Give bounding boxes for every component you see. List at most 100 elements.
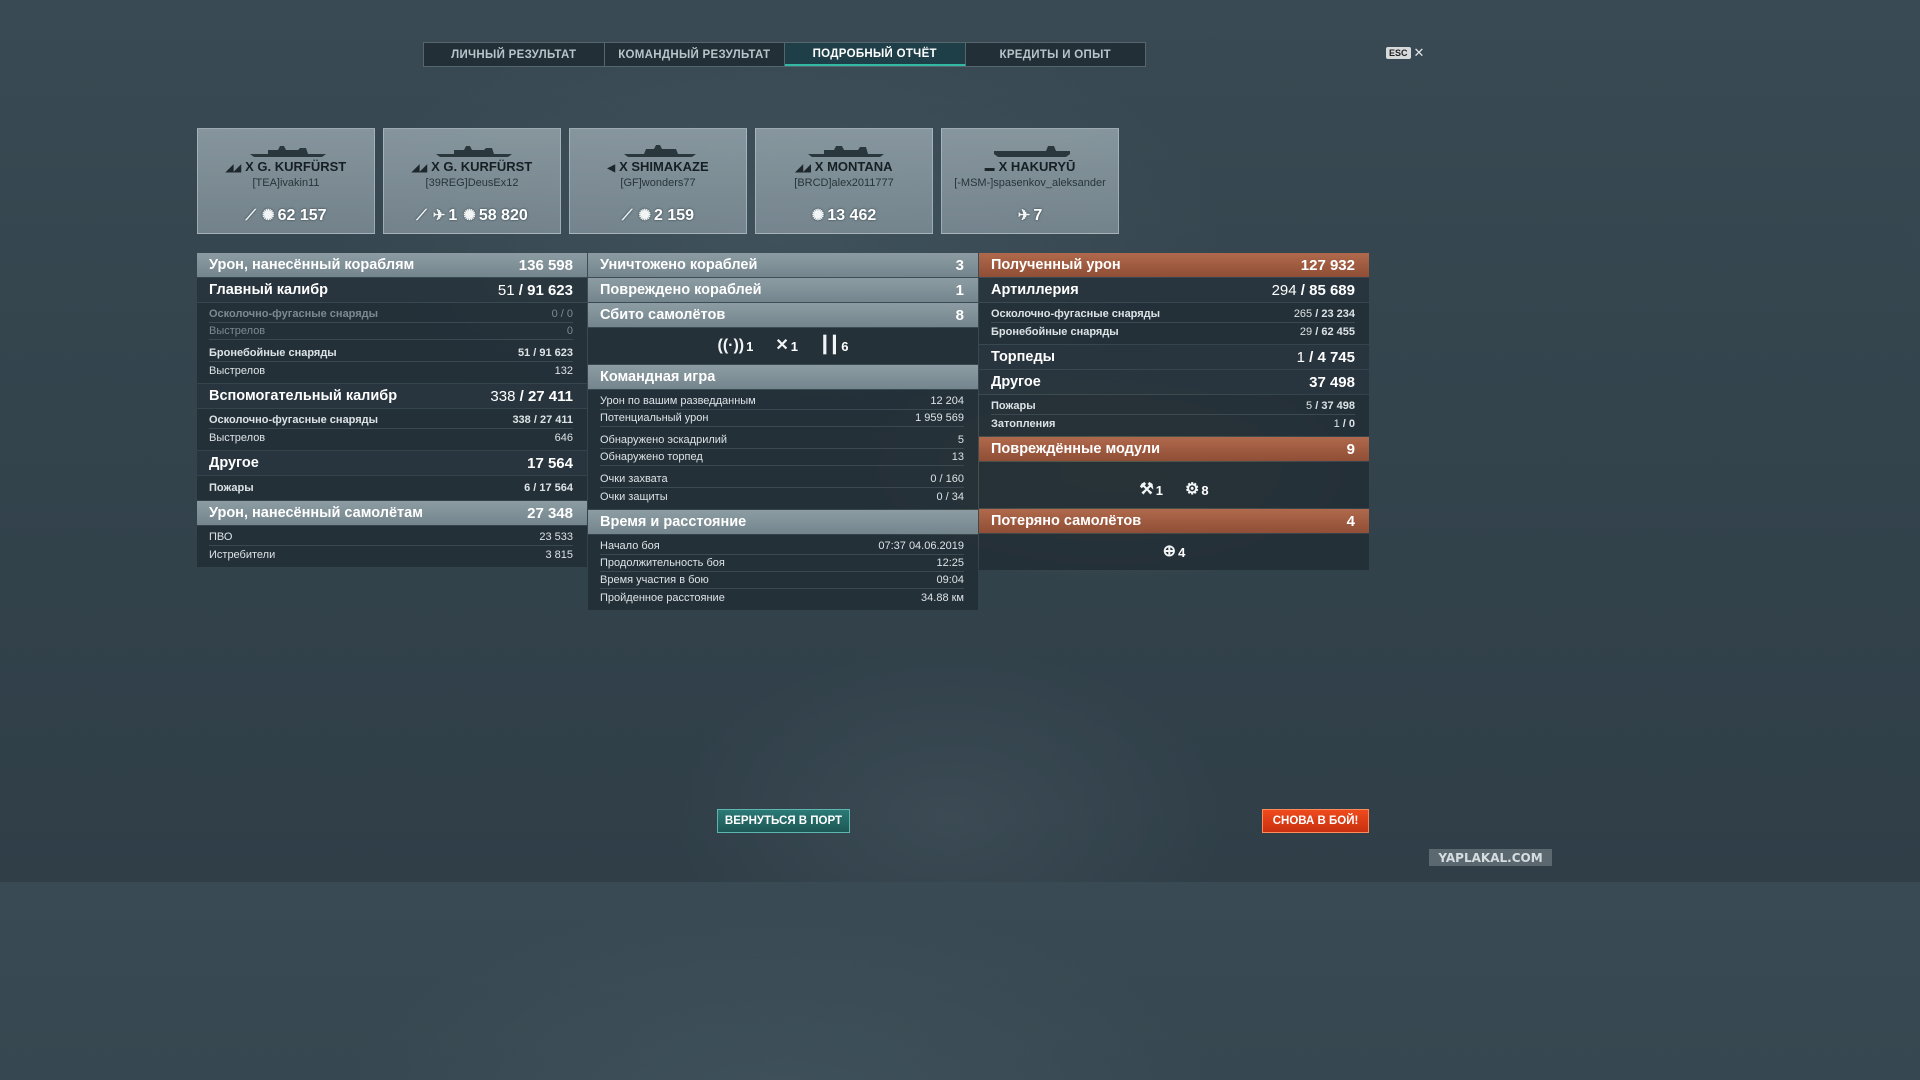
stat-row: Бронебойные снаряды 29 / 62 455 <box>991 325 1355 338</box>
stat-row: Обнаружено эскадрилий 5 <box>600 432 964 449</box>
steering-gear-icon: ⚒ <box>1139 481 1154 498</box>
ship-name: ◢◢ X MONTANA <box>795 159 893 174</box>
battleship-icon: ◢◢ <box>411 163 428 174</box>
secondary-battery-details: Осколочно-фугасные снаряды 338 / 27 411 В… <box>197 409 587 450</box>
ship-card[interactable]: ▬ X HAKURYŪ [-MSM-]spasenkov_aleksander ✈… <box>941 128 1119 234</box>
achievements-column: Уничтожено кораблей 3 Повреждено кораблей… <box>588 253 978 611</box>
damage-burst-icon: ✺ <box>811 207 825 224</box>
player-name: [BRCD]alex2011777 <box>794 177 894 189</box>
stat-row: Пройденное расстояние 34.88 км <box>600 591 964 604</box>
crosshair-icon: ⊕ <box>1162 543 1177 560</box>
ship-silhouette-icon <box>624 145 696 157</box>
damage-to-ships-header: Урон, нанесённый кораблям 136 598 <box>197 253 587 277</box>
damage-to-planes-header: Урон, нанесённый самолётам 27 348 <box>197 501 587 525</box>
battleship-icon: ◢◢ <box>795 163 811 174</box>
damage-burst-icon: ✺ <box>463 207 476 224</box>
main-battery-details: Осколочно-фугасные снаряды 0 / 0 Выстрело… <box>197 303 587 383</box>
ship-silhouette-icon <box>994 146 1070 157</box>
ship-card[interactable]: ◢◢ X MONTANA [BRCD]alex2011777 ✺ 13 462 <box>755 128 933 234</box>
damage-burst-icon: ✺ <box>638 207 652 224</box>
close-icon[interactable]: ✕ <box>1414 45 1425 61</box>
plane-kill-icon: ✈ <box>432 207 446 224</box>
torpedo-hit-icon: ⟋ <box>621 207 633 224</box>
player-name: [39REG]DeusEx12 <box>425 177 519 189</box>
stat-row: ПВО 23 533 <box>209 529 573 546</box>
stat-row: Бронебойные снаряды 51 / 91 623 <box>209 345 573 362</box>
torpedo-hit-stat: ⟋ <box>622 208 633 224</box>
crosshair-stat: ⊕ 4 <box>1162 543 1186 561</box>
close-button[interactable]: ESC ✕ <box>1386 45 1424 61</box>
aa-guns-stat: ┃┃ 6 <box>820 337 849 355</box>
tab-credits-xp[interactable]: КРЕДИТЫ И ОПЫТ <box>966 43 1146 66</box>
aa-guns-icon: ┃┃ <box>820 337 840 354</box>
secondary-battery-header: Вспомогательный калибр 338 / 27 411 <box>197 384 587 408</box>
planes-shot-breakdown: ((·)) 1 ✕ 1 ┃┃ 6 <box>588 328 978 364</box>
stat-row: Очки защиты 0 / 34 <box>600 490 964 503</box>
planes-shot-header: Сбито самолётов 8 <box>588 303 978 327</box>
other-damage-details: Пожары 6 / 17 564 <box>197 476 587 500</box>
player-name: [TEA]ivakin11 <box>252 177 320 189</box>
artillery-header: Артиллерия 294 / 85 689 <box>979 278 1369 302</box>
stat-row: Очки захвата 0 / 160 <box>600 471 964 488</box>
ship-card[interactable]: ◢◢ X G. KURFÜRST [TEA]ivakin11 ⟋ ✺ 62 157 <box>197 128 375 234</box>
gun-turret-icon: ⚙ <box>1185 481 1200 498</box>
stat-row: Выстрелов 646 <box>209 431 573 444</box>
return-to-port-button[interactable]: ВЕРНУТЬСЯ В ПОРТ <box>717 809 850 833</box>
ship-name: ▬ X HAKURYŪ <box>984 159 1076 174</box>
plane-shot-icon: ✕ <box>775 337 789 354</box>
planes-lost-header: Потеряно самолётов 4 <box>979 509 1369 533</box>
carrier-icon: ▬ <box>984 163 995 174</box>
damage-burst-icon: ✺ <box>262 207 275 224</box>
damage-stat: ✺ 13 462 <box>811 207 877 224</box>
battleship-icon: ◢◢ <box>225 163 242 174</box>
stat-row: Выстрелов 132 <box>209 364 573 377</box>
battle-again-button[interactable]: СНОВА В БОЙ! <box>1262 809 1369 833</box>
ship-silhouette-icon <box>250 146 326 157</box>
stat-row: Продолжительность боя 12:25 <box>600 555 964 572</box>
other-received-details: Пожары 5 / 37 498 Затопления 1 / 0 <box>979 395 1369 436</box>
damage-stat: ✺ 2 159 <box>638 207 695 224</box>
torpedoes-header: Торпеды 1 / 4 745 <box>979 345 1369 369</box>
damage-received-column: Полученный урон 127 932 Артиллерия 294 / 8… <box>979 253 1369 571</box>
ships-damaged-header: Повреждено кораблей 1 <box>588 278 978 302</box>
damage-dealt-column: Урон, нанесённый кораблям 136 598 Главный… <box>197 253 587 568</box>
player-name: [-MSM-]spasenkov_aleksander <box>954 177 1106 189</box>
torpedo-hit-stat: ⟋ <box>416 208 427 224</box>
tab-detailed-report[interactable]: ПОДРОБНЫЙ ОТЧЁТ <box>785 43 966 66</box>
stat-row: Время участия в бою 09:04 <box>600 572 964 589</box>
planes-lost-breakdown: ⊕ 4 <box>979 534 1369 570</box>
team-play-details: Урон по вашим разведданным 12 204 Потенци… <box>588 390 978 509</box>
damage-received-header: Полученный урон 127 932 <box>979 253 1369 277</box>
torpedo-hit-icon: ⟋ <box>245 207 256 224</box>
damage-stat: ✺ 62 157 <box>262 207 327 224</box>
team-play-header: Командная игра <box>588 365 978 389</box>
damage-to-planes-details: ПВО 23 533 Истребители 3 815 <box>197 526 587 567</box>
stat-row: Осколочно-фугасные снаряды 265 / 23 234 <box>991 306 1355 323</box>
plane-kill-stat: ✈ 1 <box>432 207 458 224</box>
radar-spot-stat: ((·)) 1 <box>717 337 754 355</box>
plane-kill-stat: ✈ 7 <box>1017 207 1043 224</box>
radar-spot-icon: ((·)) <box>717 337 745 354</box>
gun-turret-stat: ⚙ 8 <box>1185 481 1209 499</box>
ship-silhouette-icon <box>808 146 884 157</box>
ship-name: ◀ X SHIMAKAZE <box>607 159 709 174</box>
damaged-modules-header: Повреждённые модули 9 <box>979 437 1369 461</box>
ship-card[interactable]: ◀ X SHIMAKAZE [GF]wonders77 ⟋ ✺ 2 159 <box>569 128 747 234</box>
player-name: [GF]wonders77 <box>620 177 696 189</box>
stat-row: Выстрелов 0 <box>209 323 573 340</box>
other-damage-header: Другое 17 564 <box>197 451 587 475</box>
watermark-logo: YAPLAKAL.COM <box>1429 849 1552 866</box>
damaged-modules-breakdown: ⚒ 1 ⚙ 8 <box>979 462 1369 508</box>
tab-team-result[interactable]: КОМАНДНЫЙ РЕЗУЛЬТАТ <box>605 43 785 66</box>
tab-personal-result[interactable]: ЛИЧНЫЙ РЕЗУЛЬТАТ <box>424 43 605 66</box>
ship-card[interactable]: ◢◢ X G. KURFÜRST [39REG]DeusEx12 ⟋ ✈ 1 ✺ 58… <box>383 128 561 234</box>
ship-name: ◢◢ X G. KURFÜRST <box>225 159 347 174</box>
stat-row: Начало боя 07:37 04.06.2019 <box>600 538 964 555</box>
artillery-details: Осколочно-фугасные снаряды 265 / 23 234 Б… <box>979 303 1369 344</box>
main-battery-header: Главный калибр 51 / 91 623 <box>197 278 587 302</box>
stat-row: Обнаружено торпед 13 <box>600 449 964 466</box>
time-distance-header: Время и расстояние <box>588 510 978 534</box>
stat-row: Потенциальный урон 1 959 569 <box>600 410 964 427</box>
plane-kill-icon: ✈ <box>1017 207 1031 224</box>
ship-cards: ◢◢ X G. KURFÜRST [TEA]ivakin11 ⟋ ✺ 62 157 … <box>197 128 1119 234</box>
